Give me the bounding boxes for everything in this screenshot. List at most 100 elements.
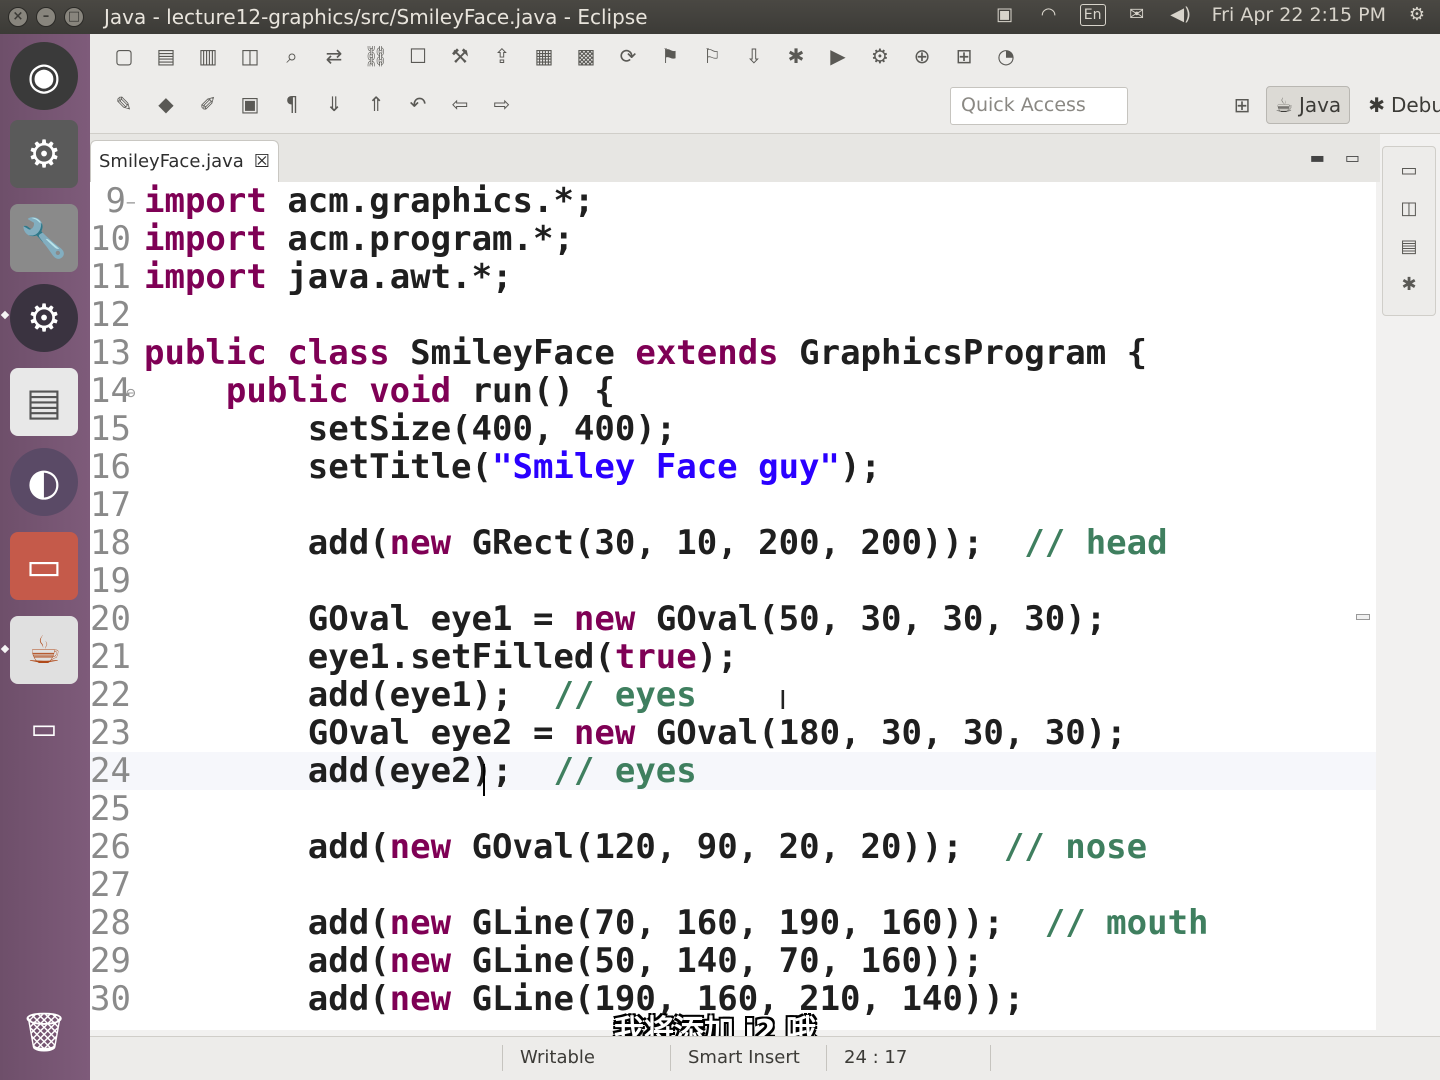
java-icon[interactable]: ☕ (10, 616, 78, 684)
last-edit-icon[interactable]: ↶ (404, 90, 432, 118)
code-line[interactable]: 14⊖ public void run() { (90, 372, 1376, 410)
next-annotation-icon[interactable]: ⇓ (320, 90, 348, 118)
remote-desktop-icon[interactable]: ▭ (10, 532, 78, 600)
search-icon[interactable]: ⌕ (278, 42, 306, 70)
code-line[interactable]: 10 import acm.program.*; (90, 220, 1376, 258)
code-line[interactable]: 20 GOval eye1 = new GOval(50, 30, 30, 30… (90, 600, 1376, 638)
runner-alt-icon[interactable]: ⚐ (698, 42, 726, 70)
language-indicator[interactable]: En (1079, 4, 1106, 26)
wifi-icon[interactable]: ◠ (1036, 4, 1062, 26)
code-line[interactable]: 18 add(new GRect(30, 10, 200, 200)); // … (90, 524, 1376, 562)
code-text: add(new GOval(120, 90, 20, 20)); // nose (307, 827, 1148, 867)
maximize-window-button[interactable]: □ (64, 7, 84, 27)
firefox-icon[interactable]: ◐ (10, 448, 78, 516)
dash-home-icon[interactable]: ◉ (10, 42, 78, 110)
link-icon[interactable]: ⛓ (362, 42, 390, 70)
save-icon[interactable]: ▤ (152, 42, 180, 70)
code-text: add(new GLine(70, 160, 190, 160)); // mo… (307, 903, 1209, 943)
fold-toggle-icon[interactable]: − (126, 184, 144, 222)
editor-tab-bar: SmileyFace.java ☒ ▬ ▭ (90, 134, 1380, 182)
gutter-spacer (126, 944, 144, 982)
mail-icon[interactable]: ✉ (1124, 4, 1150, 26)
export-icon[interactable]: ⇪ (488, 42, 516, 70)
show-whitespace-icon[interactable]: ¶ (278, 90, 306, 118)
pin-icon[interactable]: ✎ (110, 90, 138, 118)
system-settings-icon[interactable]: ⚙ (10, 120, 78, 188)
code-line[interactable]: 28 add(new GLine(70, 160, 190, 160)); //… (90, 904, 1376, 942)
code-line[interactable]: 27 (90, 866, 1376, 904)
java-perspective-button[interactable]: ☕ Java (1266, 86, 1351, 124)
new-class-icon[interactable]: ⊕ (908, 42, 936, 70)
presentation-icon[interactable]: ▤ (10, 368, 78, 436)
image-icon[interactable]: ▩ (572, 42, 600, 70)
code-line[interactable]: 19 (90, 562, 1376, 600)
task-icon[interactable]: ☐ (404, 42, 432, 70)
back-icon[interactable]: ⇦ (446, 90, 474, 118)
open-perspective-icon[interactable]: ⊞ (1228, 91, 1256, 119)
refactor-icon[interactable]: ⇄ (320, 42, 348, 70)
new-package-icon[interactable]: ⊞ (950, 42, 978, 70)
highlight-icon[interactable]: ✐ (194, 90, 222, 118)
code-line[interactable]: 16 setTitle("Smiley Face guy"); (90, 448, 1376, 486)
toggle-mark-icon[interactable]: ◆ (152, 90, 180, 118)
system-tools-icon[interactable]: 🔧 (10, 204, 78, 272)
gutter-spacer (126, 830, 144, 868)
minimize-icon[interactable]: ▬ (1310, 148, 1325, 167)
maximize-icon[interactable]: ▭ (1345, 148, 1360, 167)
code-line[interactable]: 13 public class SmileyFace extends Graph… (90, 334, 1376, 372)
code-line[interactable]: 21 eye1.setFilled(true); (90, 638, 1376, 676)
code-text: add(eye2); // eyes (307, 751, 697, 791)
runner-icon[interactable]: ⚑ (656, 42, 684, 70)
quick-access-input[interactable]: Quick Access (950, 87, 1128, 125)
new-icon[interactable]: ▢ (110, 42, 138, 70)
debug-perspective-button[interactable]: ✱ Debug (1360, 86, 1440, 124)
minimize-window-button[interactable]: – (36, 7, 56, 27)
code-line[interactable]: 12 (90, 296, 1376, 334)
open-type-icon[interactable]: ◫ (236, 42, 264, 70)
code-text: public class SmileyFace extends Graphics… (144, 333, 1148, 373)
camera-icon[interactable]: ▣ (992, 4, 1018, 26)
deploy-icon[interactable]: ⇩ (740, 42, 768, 70)
code-text: GOval eye2 = new GOval(180, 30, 30, 30); (307, 713, 1127, 753)
workspace-switcher-icon[interactable]: ▭ (10, 694, 78, 762)
code-line[interactable]: 15 setSize(400, 400); (90, 410, 1376, 448)
volume-icon[interactable]: ◀) (1168, 4, 1194, 26)
code-line[interactable]: 25 (90, 790, 1376, 828)
fold-toggle-icon[interactable]: ⊖ (126, 374, 144, 412)
code-line[interactable]: 24 add(eye2); // eyes (90, 752, 1376, 790)
close-icon[interactable]: ☒ (254, 151, 270, 172)
code-line[interactable]: 29 add(new GLine(50, 140, 70, 160)); (90, 942, 1376, 980)
debug-view-icon[interactable]: ✱ (1395, 271, 1423, 299)
print-icon[interactable]: ▥ (194, 42, 222, 70)
grid-icon[interactable]: ▦ (530, 42, 558, 70)
code-editor[interactable]: 9− import acm.graphics.*; 10 import acm.pr… (90, 182, 1376, 1030)
eclipse-ide-icon[interactable]: ⚙ (10, 284, 78, 352)
run-icon[interactable]: ▶ (824, 42, 852, 70)
gutter-spacer (126, 412, 144, 450)
code-line[interactable]: 9− import acm.graphics.*; (90, 182, 1376, 220)
line-number: 13 (90, 333, 131, 373)
overview-ruler-mark[interactable] (1356, 614, 1370, 620)
task-list-icon[interactable]: ▤ (1395, 233, 1423, 261)
tab-smileyface-java[interactable]: SmileyFace.java ☒ (90, 140, 279, 182)
code-line[interactable]: 17 (90, 486, 1376, 524)
external-tools-icon[interactable]: ⚙ (866, 42, 894, 70)
outline-icon[interactable]: ◫ (1395, 195, 1423, 223)
gear-icon[interactable]: ⚙ (1404, 4, 1430, 26)
settings-icon[interactable]: ⚒ (446, 42, 474, 70)
forward-icon[interactable]: ⇨ (488, 90, 516, 118)
code-line[interactable]: 26 add(new GOval(120, 90, 20, 20)); // n… (90, 828, 1376, 866)
code-line[interactable]: 11 import java.awt.*; (90, 258, 1376, 296)
close-window-button[interactable]: × (8, 7, 28, 27)
code-line[interactable]: 22 add(eye1); // eyes (90, 676, 1376, 714)
restore-icon[interactable]: ▭ (1395, 157, 1423, 185)
rotate-icon[interactable]: ⟳ (614, 42, 642, 70)
prev-annotation-icon[interactable]: ⇑ (362, 90, 390, 118)
trash-icon[interactable]: 🗑 (10, 998, 78, 1066)
coverage-icon[interactable]: ◔ (992, 42, 1020, 70)
clock[interactable]: Fri Apr 22 2:15 PM (1212, 4, 1386, 26)
debug-icon[interactable]: ✱ (782, 42, 810, 70)
block-icon[interactable]: ▣ (236, 90, 264, 118)
launcher: ◉ ⚙ 🔧 ⚙ ▤ ◐ ▭ ☕ ▭ 🗑 (0, 34, 90, 1080)
code-line[interactable]: 23 GOval eye2 = new GOval(180, 30, 30, 3… (90, 714, 1376, 752)
